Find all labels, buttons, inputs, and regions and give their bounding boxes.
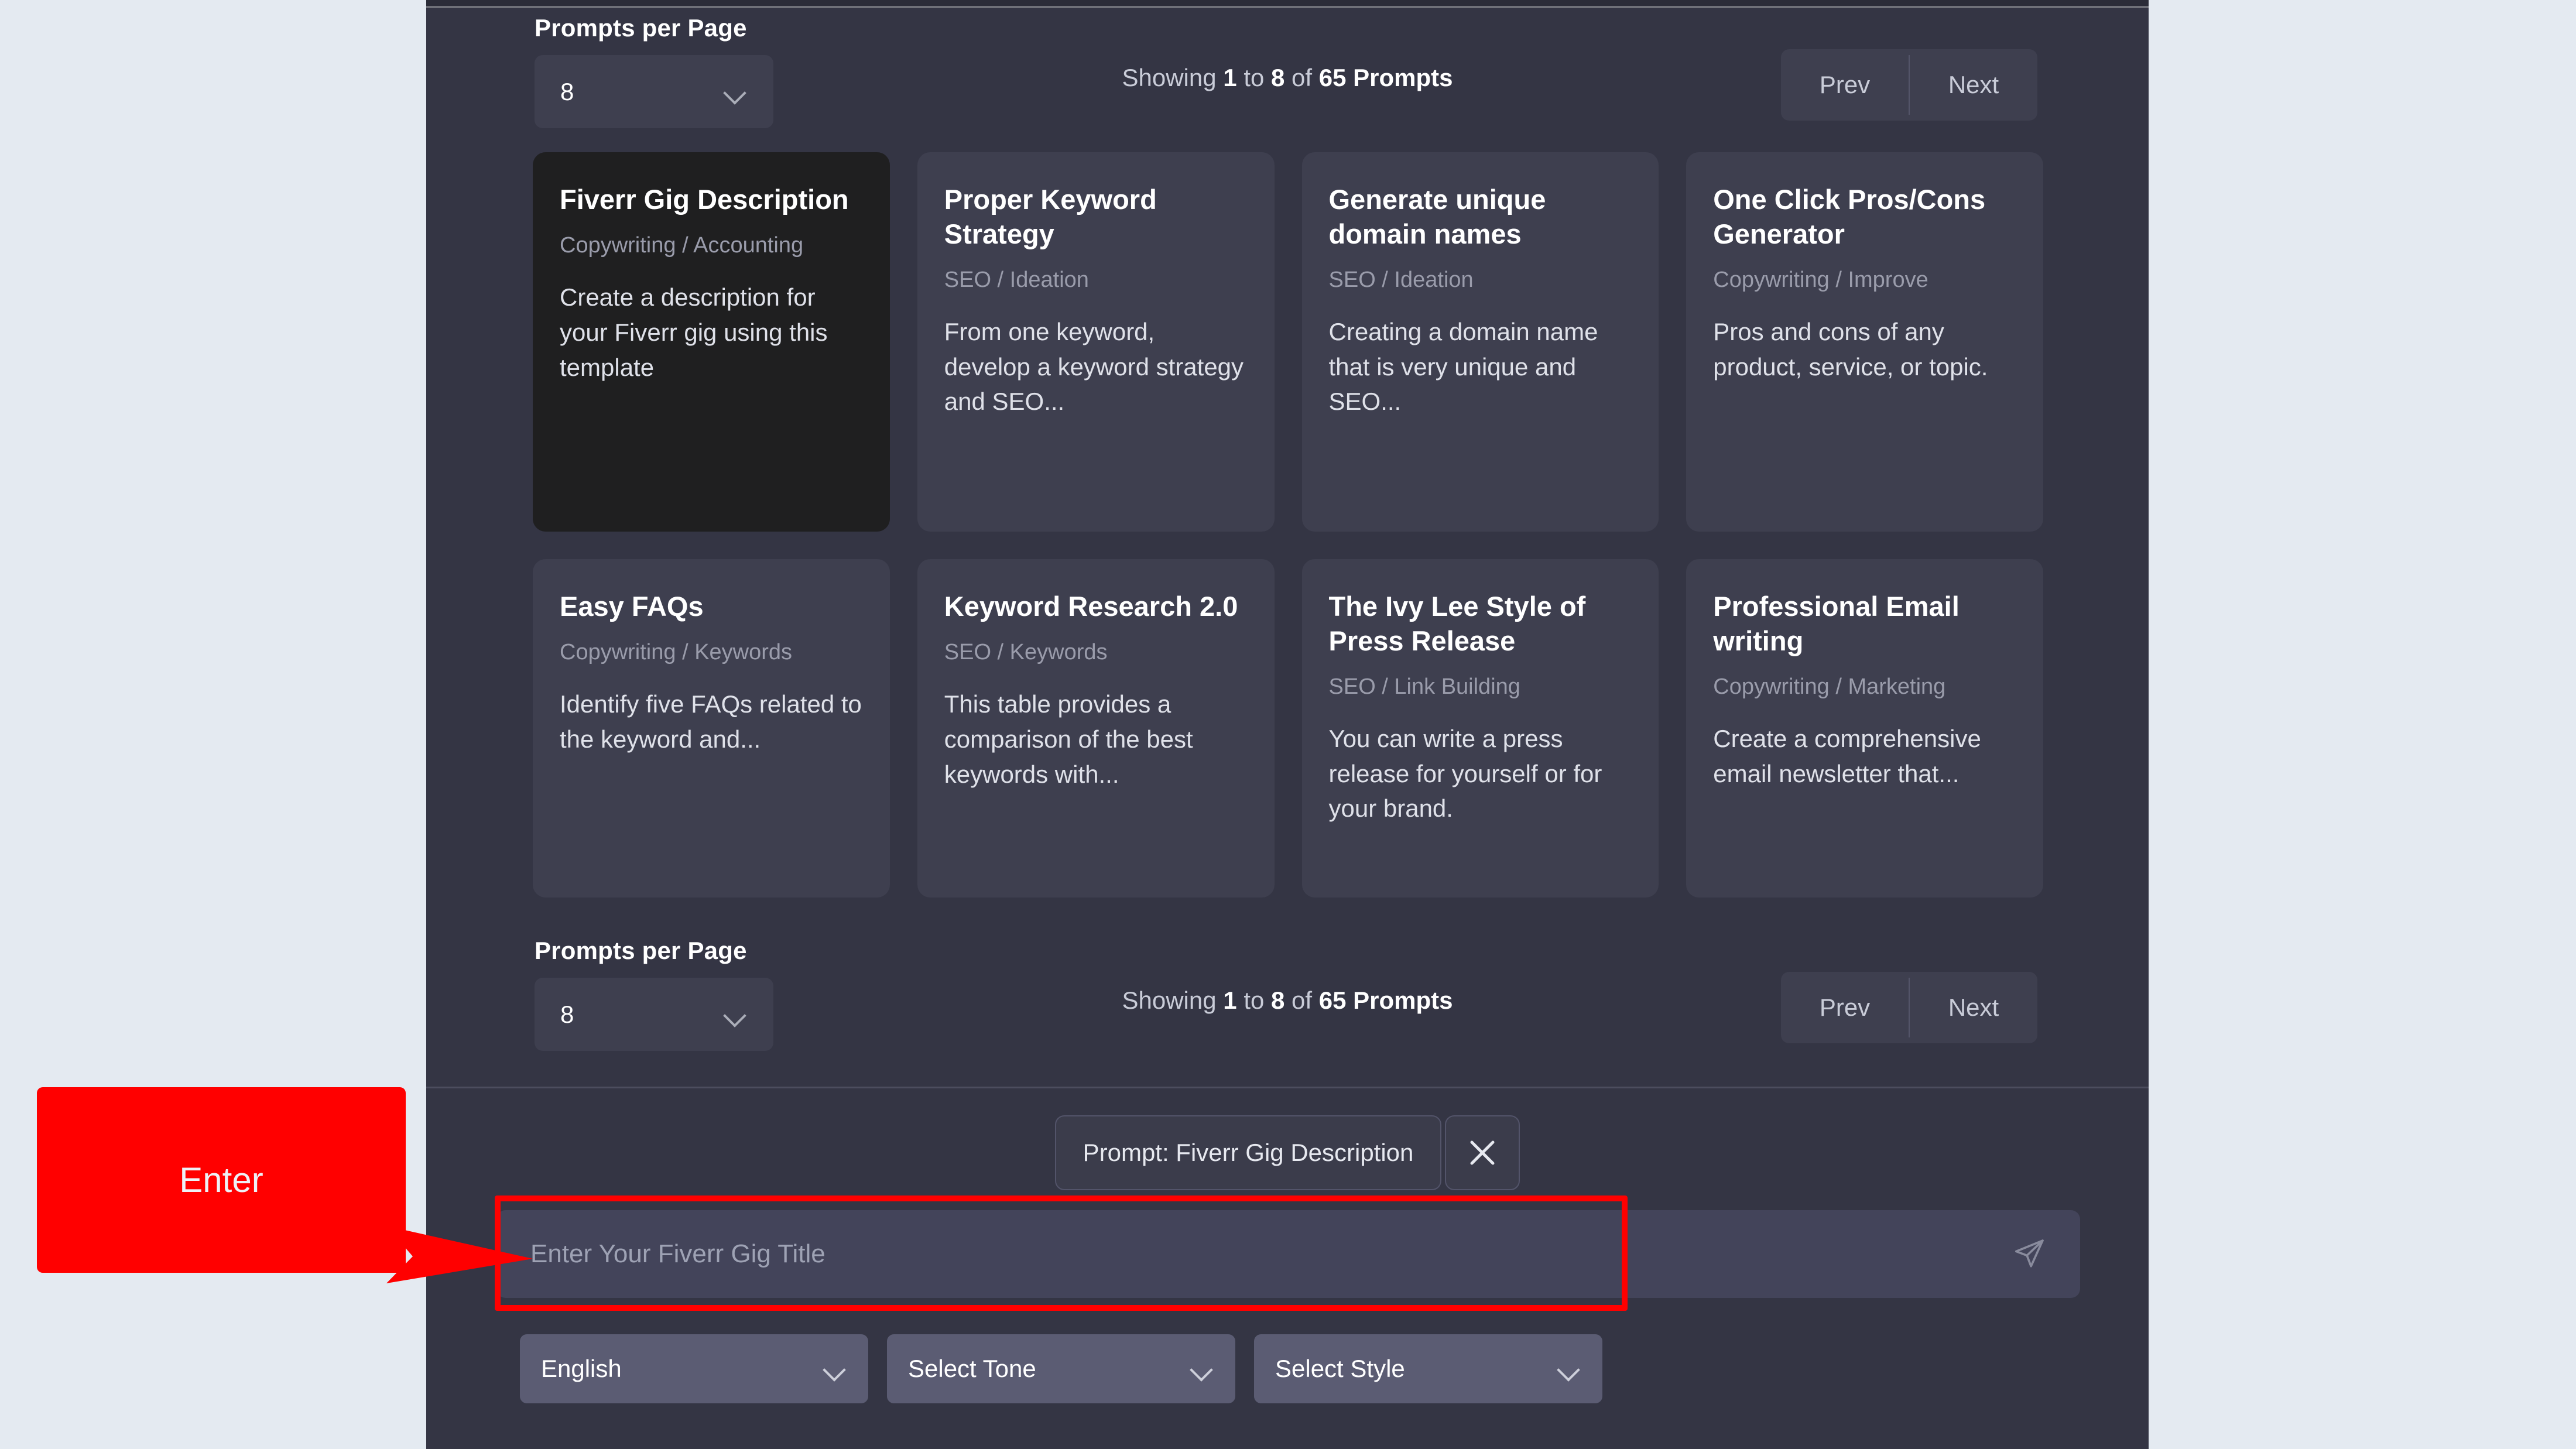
prompt-card-category: Copywriting / Keywords <box>560 639 793 664</box>
active-prompt-chip[interactable]: Prompt: Fiverr Gig Description <box>1054 1115 1442 1190</box>
prompt-card-title: Professional Email writing <box>1713 591 1960 656</box>
prompt-card-title: Keyword Research 2.0 <box>944 591 1238 622</box>
prompt-card-description: Create a comprehensive email newsletter … <box>1713 725 1981 787</box>
showing-of: of <box>1292 64 1313 91</box>
pagination-buttons-bottom: Prev Next <box>1781 972 2037 1043</box>
prompt-card[interactable]: Generate unique domain names SEO / Ideat… <box>1301 152 1659 532</box>
prompt-card[interactable]: The Ivy Lee Style of Press Release SEO /… <box>1301 559 1659 898</box>
tone-select[interactable]: Select Tone <box>887 1334 1235 1403</box>
chevron-down-icon <box>1190 1356 1214 1381</box>
showing-mid: to <box>1244 986 1265 1014</box>
prev-button-top[interactable]: Prev <box>1781 49 1909 121</box>
prompt-card-description: Pros and cons of any product, service, o… <box>1713 318 1988 381</box>
annotation-callout-label: Enter <box>179 1160 263 1200</box>
showing-from: 1 <box>1223 64 1237 91</box>
prompt-card-category: Copywriting / Accounting <box>560 232 804 258</box>
active-prompt-chip-row: Prompt: Fiverr Gig Description <box>426 1115 2149 1190</box>
prompt-card[interactable]: Fiverr Gig Description Copywriting / Acc… <box>533 152 890 532</box>
style-select-value: Select Style <box>1275 1355 1405 1382</box>
prompt-card-category: Copywriting / Improve <box>1713 267 1928 292</box>
close-icon <box>1470 1140 1495 1165</box>
prompt-card-category: SEO / Keywords <box>944 639 1108 664</box>
prev-button-bottom[interactable]: Prev <box>1781 972 1909 1043</box>
screen: Prompts per Page 8 Showing 1 to 8 of 65 … <box>0 0 2576 1449</box>
pagination-buttons-top: Prev Next <box>1781 49 2037 121</box>
prompts-per-page-label-top: Prompts per Page <box>535 14 747 42</box>
prompt-card[interactable]: Professional Email writing Copywriting /… <box>1686 559 2043 898</box>
next-button-top[interactable]: Next <box>1910 49 2037 121</box>
prompt-card[interactable]: Proper Keyword Strategy SEO / Ideation F… <box>917 152 1275 532</box>
showing-to: 8 <box>1271 64 1285 91</box>
prompt-card-category: SEO / Ideation <box>944 267 1089 292</box>
showing-prefix: Showing <box>1122 986 1217 1014</box>
showing-from: 1 <box>1223 986 1237 1014</box>
prompt-card-description: You can write a press release for yourse… <box>1328 725 1602 823</box>
prompt-card-description: Identify five FAQs related to the keywor… <box>560 690 862 753</box>
prompt-card-description: Creating a domain name that is very uniq… <box>1328 318 1598 416</box>
showing-total: 65 Prompts <box>1318 986 1453 1014</box>
prompt-card-title: Generate unique domain names <box>1328 184 1546 249</box>
prompt-card-title: One Click Pros/Cons Generator <box>1713 184 1986 249</box>
pagination-bar-bottom: Prompts per Page 8 Showing 1 to 8 of 65 … <box>426 931 2149 1060</box>
showing-prefix: Showing <box>1122 64 1217 91</box>
prompt-card-category: SEO / Ideation <box>1328 267 1474 292</box>
tone-select-value: Select Tone <box>908 1355 1036 1382</box>
showing-to: 8 <box>1271 986 1285 1014</box>
composer-options-row: English Select Tone Select Style <box>520 1334 1602 1403</box>
prompt-card-grid-row2: Easy FAQs Copywriting / Keywords Identif… <box>533 559 2043 898</box>
annotation-highlight-border <box>495 1195 1628 1311</box>
prompt-card-title: Fiverr Gig Description <box>560 184 849 215</box>
window-top-rail <box>426 0 2149 8</box>
prompt-card-title: Easy FAQs <box>560 591 704 622</box>
prompt-card-description: From one keyword, develop a keyword stra… <box>944 318 1244 416</box>
language-select-value: English <box>541 1355 622 1382</box>
annotation-callout: Enter <box>37 1087 406 1273</box>
pagination-bar-top: Prompts per Page 8 Showing 1 to 8 of 65 … <box>426 8 2149 137</box>
send-icon[interactable] <box>2012 1237 2046 1271</box>
prompt-card-title: The Ivy Lee Style of Press Release <box>1328 591 1586 656</box>
next-button-bottom[interactable]: Next <box>1910 972 2037 1043</box>
showing-of: of <box>1292 986 1313 1014</box>
clear-prompt-button[interactable] <box>1445 1115 1520 1190</box>
showing-mid: to <box>1244 64 1265 91</box>
prompt-card[interactable]: One Click Pros/Cons Generator Copywritin… <box>1686 152 2043 532</box>
prompt-card-category: SEO / Link Building <box>1328 674 1520 699</box>
prompt-card-title: Proper Keyword Strategy <box>944 184 1157 249</box>
prompt-card-description: This table provides a comparison of the … <box>944 690 1193 788</box>
language-select[interactable]: English <box>520 1334 868 1403</box>
chevron-down-icon <box>823 1356 847 1381</box>
prompts-per-page-label-bottom: Prompts per Page <box>535 937 747 964</box>
prompt-card-category: Copywriting / Marketing <box>1713 674 1946 699</box>
prompt-card[interactable]: Keyword Research 2.0 SEO / Keywords This… <box>917 559 1275 898</box>
prompt-card-grid-row1: Fiverr Gig Description Copywriting / Acc… <box>533 152 2043 532</box>
prompt-card[interactable]: Easy FAQs Copywriting / Keywords Identif… <box>533 559 890 898</box>
annotation-arrow <box>386 1226 533 1283</box>
showing-total: 65 Prompts <box>1318 64 1453 91</box>
prompt-card-description: Create a description for your Fiverr gig… <box>560 283 828 381</box>
chevron-down-icon <box>1557 1356 1581 1381</box>
style-select[interactable]: Select Style <box>1254 1334 1602 1403</box>
